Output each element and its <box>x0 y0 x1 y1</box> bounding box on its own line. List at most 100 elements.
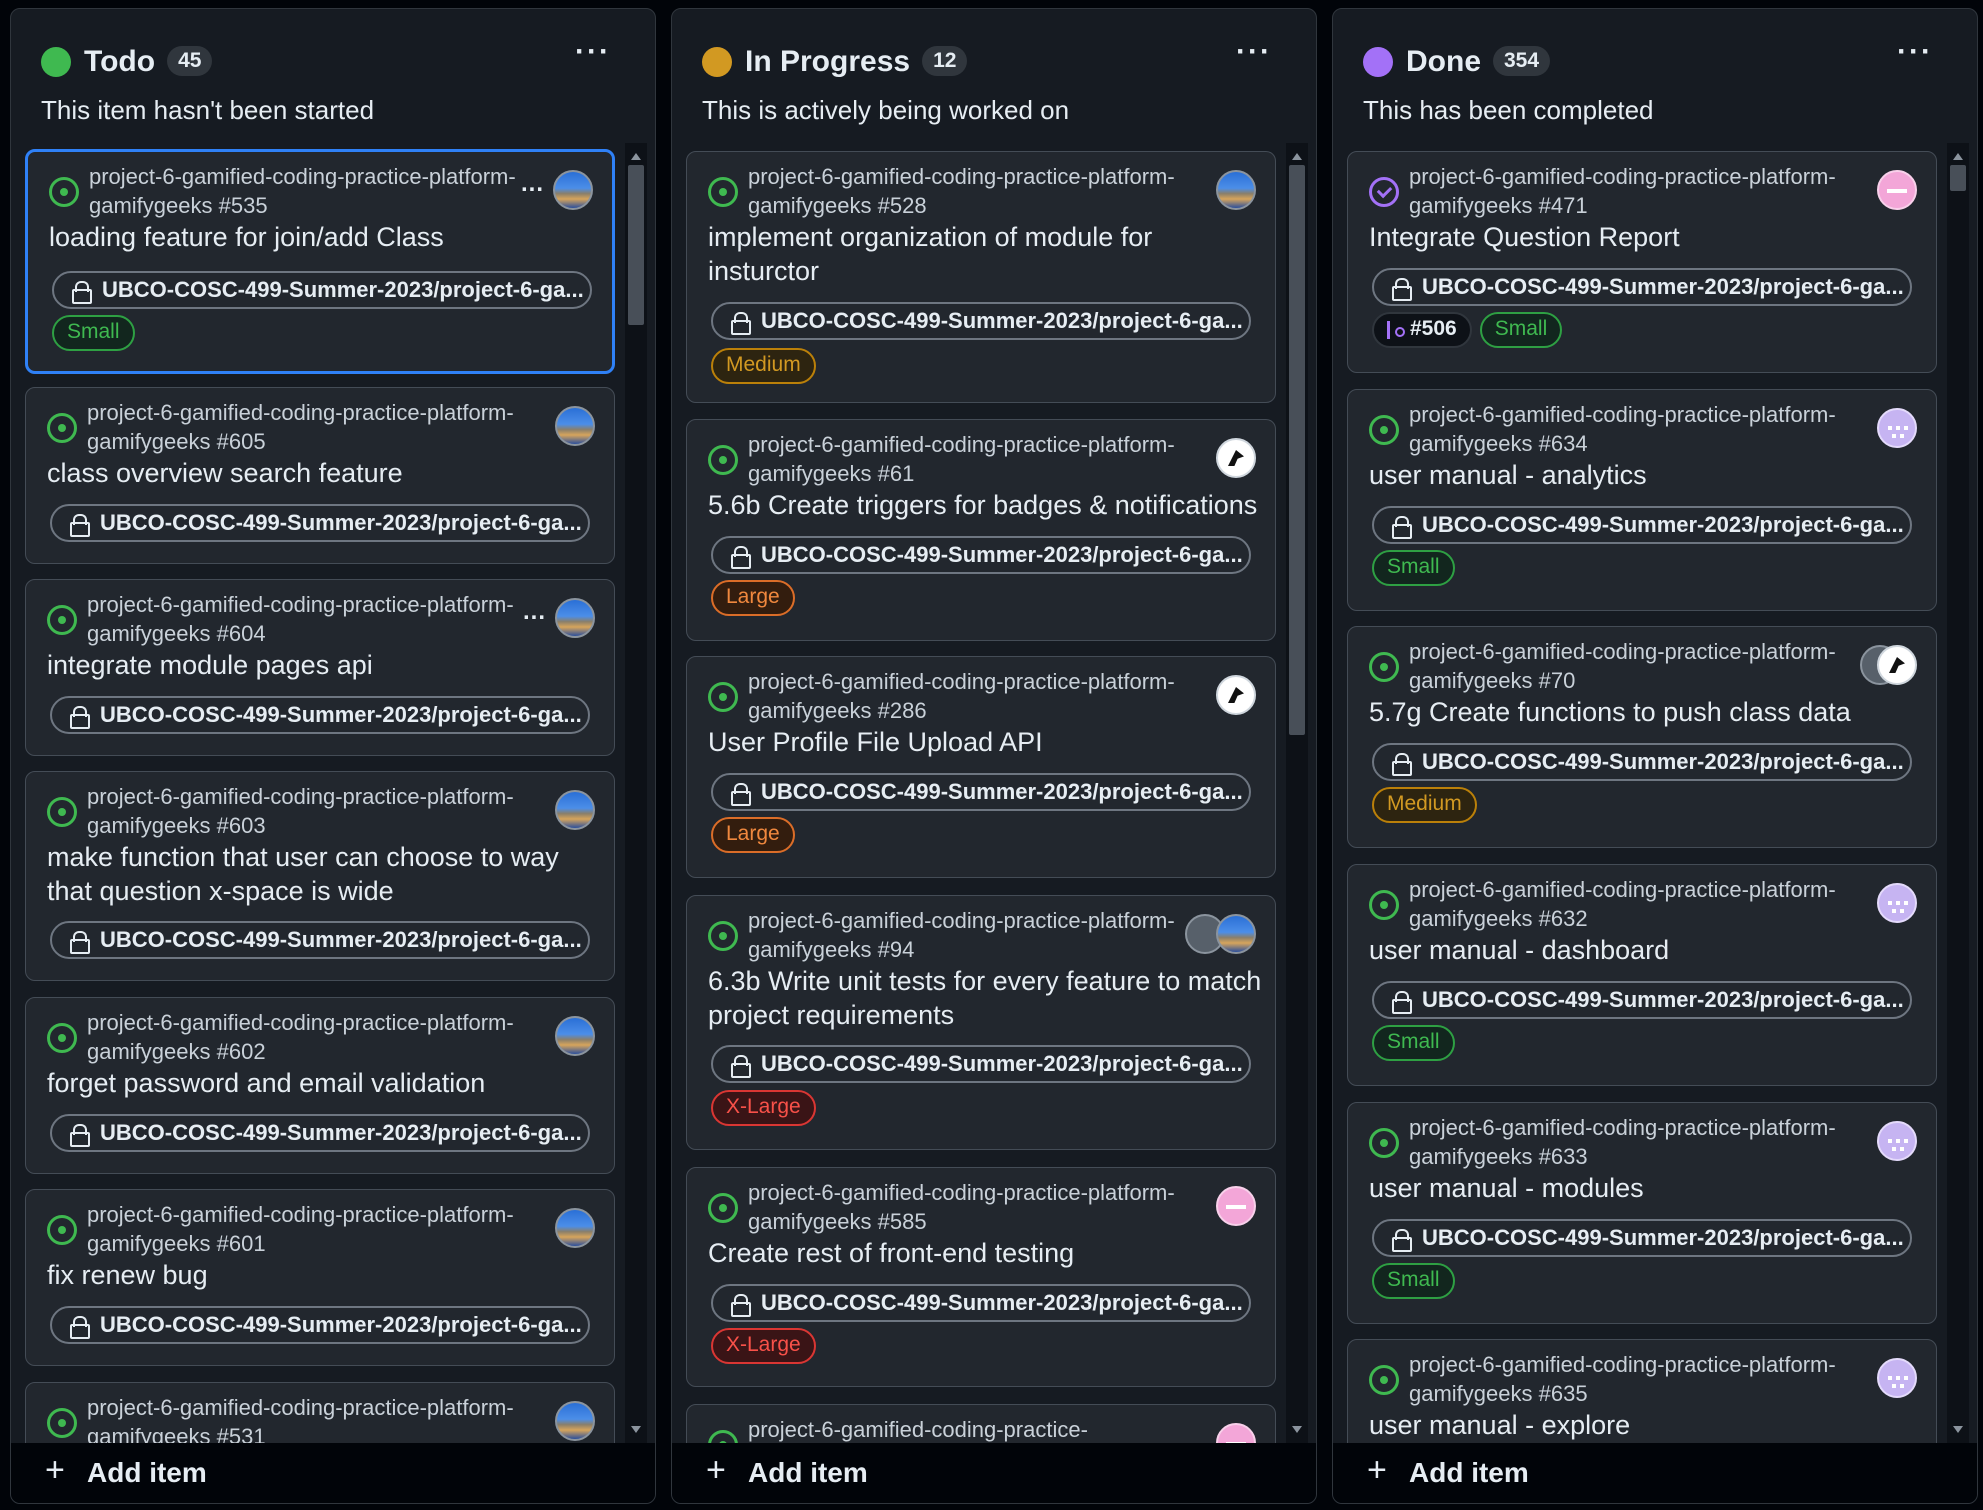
size-badge[interactable]: Small <box>52 315 135 351</box>
assignee-avatar[interactable] <box>1216 914 1256 954</box>
scroll-up-arrow-icon[interactable] <box>1953 153 1963 160</box>
repository-pill[interactable]: UBCO-COSC-499-Summer-2023/project-6-ga..… <box>50 504 590 542</box>
card[interactable]: project-6-gamified-coding-practice-platf… <box>25 1189 615 1366</box>
card[interactable]: project-6-gamified-coding-practice-platf… <box>1347 1102 1937 1324</box>
assignee-avatar[interactable] <box>1877 1358 1917 1398</box>
linked-pull-request-badge[interactable]: #506 <box>1372 312 1472 348</box>
card-title[interactable]: Create rest of front-end testing <box>708 1236 1268 1270</box>
add-item-button[interactable]: + Add item <box>672 1443 1316 1503</box>
card[interactable]: project-6-gamified-coding-practice-platf… <box>1347 626 1937 848</box>
size-badge[interactable]: Large <box>711 817 795 853</box>
repository-pill[interactable]: UBCO-COSC-499-Summer-2023/project-6-ga..… <box>711 1284 1251 1322</box>
card[interactable]: project-6-gamified-coding-practice-platf… <box>25 579 615 756</box>
scroll-up-arrow-icon[interactable] <box>631 153 641 160</box>
card[interactable]: project-6-gamified-coding-practice-platf… <box>1347 389 1937 611</box>
card-title[interactable]: user manual - explore <box>1369 1408 1929 1442</box>
assignee-avatar[interactable] <box>1216 675 1256 715</box>
card[interactable]: project-6-gamified-coding-practice-platf… <box>686 419 1276 641</box>
card-title[interactable]: 5.6b Create triggers for badges & notifi… <box>708 488 1268 522</box>
card-title[interactable]: class overview search feature <box>47 456 607 490</box>
repository-pill[interactable]: UBCO-COSC-499-Summer-2023/project-6-ga..… <box>1372 981 1912 1019</box>
repository-pill[interactable]: UBCO-COSC-499-Summer-2023/project-6-ga..… <box>1372 1219 1912 1257</box>
repository-pill[interactable]: UBCO-COSC-499-Summer-2023/project-6-ga..… <box>50 696 590 734</box>
card[interactable]: project-6-gamified-coding-practice-platf… <box>25 771 615 981</box>
card[interactable]: project-6-gamified-coding-practice- <box>686 1404 1276 1444</box>
assignee-avatar[interactable] <box>1877 170 1917 210</box>
size-badge[interactable]: X-Large <box>711 1328 816 1364</box>
size-badge[interactable]: Large <box>711 580 795 616</box>
add-item-button[interactable]: + Add item <box>11 1443 655 1503</box>
assignee-avatar[interactable] <box>1216 1423 1256 1444</box>
card-title[interactable]: 6.3b Write unit tests for every feature … <box>708 964 1268 1032</box>
column-menu-button[interactable]: ··· <box>1897 37 1933 67</box>
card-title[interactable]: integrate module pages api <box>47 648 607 682</box>
card-title[interactable]: user manual - analytics <box>1369 458 1929 492</box>
card-title[interactable]: loading feature for join/add Class <box>49 220 609 254</box>
column-menu-button[interactable]: ··· <box>575 37 611 67</box>
scroll-down-arrow-icon[interactable] <box>1292 1426 1302 1433</box>
card[interactable]: project-6-gamified-coding-practice-platf… <box>686 895 1276 1150</box>
repository-pill[interactable]: UBCO-COSC-499-Summer-2023/project-6-ga..… <box>52 271 592 309</box>
scrollbar[interactable] <box>1947 143 1969 1443</box>
assignee-avatar[interactable] <box>555 1208 595 1248</box>
card[interactable]: project-6-gamified-coding-practice-platf… <box>25 387 615 564</box>
card[interactable]: project-6-gamified-coding-practice-platf… <box>25 1382 615 1444</box>
card[interactable]: project-6-gamified-coding-practice-platf… <box>686 656 1276 878</box>
repository-pill[interactable]: UBCO-COSC-499-Summer-2023/project-6-ga..… <box>1372 268 1912 306</box>
size-badge[interactable]: X-Large <box>711 1090 816 1126</box>
repository-pill[interactable]: UBCO-COSC-499-Summer-2023/project-6-ga..… <box>50 921 590 959</box>
repository-pill[interactable]: UBCO-COSC-499-Summer-2023/project-6-ga..… <box>711 302 1251 340</box>
repository-pill[interactable]: UBCO-COSC-499-Summer-2023/project-6-ga..… <box>1372 743 1912 781</box>
size-badge[interactable]: Medium <box>711 348 816 384</box>
repository-pill[interactable]: UBCO-COSC-499-Summer-2023/project-6-ga..… <box>711 536 1251 574</box>
card[interactable]: project-6-gamified-coding-practice-platf… <box>686 151 1276 403</box>
assignee-avatar[interactable] <box>555 1016 595 1056</box>
card[interactable]: project-6-gamified-coding-practice-platf… <box>1347 864 1937 1086</box>
assignee-avatar[interactable] <box>1877 645 1917 685</box>
card[interactable]: project-6-gamified-coding-practice-platf… <box>25 997 615 1174</box>
repository-pill[interactable]: UBCO-COSC-499-Summer-2023/project-6-ga..… <box>1372 506 1912 544</box>
size-badge[interactable]: Small <box>1372 1025 1455 1061</box>
size-badge[interactable]: Small <box>1372 550 1455 586</box>
assignee-avatar[interactable] <box>1877 883 1917 923</box>
scroll-down-arrow-icon[interactable] <box>1953 1426 1963 1433</box>
size-badge[interactable]: Small <box>1372 1263 1455 1299</box>
card-menu-button[interactable]: ... <box>521 170 544 198</box>
assignee-avatar[interactable] <box>555 790 595 830</box>
card-title[interactable]: 5.7g Create functions to push class data <box>1369 695 1929 729</box>
card-title[interactable]: user manual - dashboard <box>1369 933 1929 967</box>
add-item-button[interactable]: + Add item <box>1333 1443 1977 1503</box>
scrollbar-thumb[interactable] <box>1289 165 1305 735</box>
assignee-avatar[interactable] <box>1216 1186 1256 1226</box>
card-title[interactable]: forget password and email validation <box>47 1066 607 1100</box>
assignee-avatar[interactable] <box>555 406 595 446</box>
assignee-avatar[interactable] <box>1216 438 1256 478</box>
card[interactable]: project-6-gamified-coding-practice-platf… <box>1347 1339 1937 1444</box>
assignee-avatar[interactable] <box>1877 408 1917 448</box>
card-title[interactable]: User Profile File Upload API <box>708 725 1268 759</box>
card-title[interactable]: Integrate Question Report <box>1369 220 1929 254</box>
card[interactable]: project-6-gamified-coding-practice-platf… <box>686 1167 1276 1387</box>
repository-pill[interactable]: UBCO-COSC-499-Summer-2023/project-6-ga..… <box>50 1114 590 1152</box>
assignee-avatar[interactable] <box>1877 1121 1917 1161</box>
card-title[interactable]: fix renew bug <box>47 1258 607 1292</box>
repository-pill[interactable]: UBCO-COSC-499-Summer-2023/project-6-ga..… <box>50 1306 590 1344</box>
assignee-avatar[interactable] <box>1216 170 1256 210</box>
scrollbar[interactable] <box>625 143 647 1443</box>
scroll-up-arrow-icon[interactable] <box>1292 153 1302 160</box>
repository-pill[interactable]: UBCO-COSC-499-Summer-2023/project-6-ga..… <box>711 1045 1251 1083</box>
card-title[interactable]: user manual - modules <box>1369 1171 1929 1205</box>
size-badge[interactable]: Small <box>1479 312 1563 348</box>
scrollbar-thumb[interactable] <box>1950 165 1966 191</box>
scroll-down-arrow-icon[interactable] <box>631 1426 641 1433</box>
column-menu-button[interactable]: ··· <box>1236 37 1272 67</box>
card[interactable]: project-6-gamified-coding-practice-platf… <box>25 149 615 374</box>
card-title[interactable]: make function that user can choose to wa… <box>47 840 607 908</box>
size-badge[interactable]: Medium <box>1372 787 1477 823</box>
assignee-avatar[interactable] <box>555 598 595 638</box>
card[interactable]: project-6-gamified-coding-practice-platf… <box>1347 151 1937 373</box>
repository-pill[interactable]: UBCO-COSC-499-Summer-2023/project-6-ga..… <box>711 773 1251 811</box>
scrollbar-thumb[interactable] <box>628 165 644 325</box>
card-title[interactable]: implement organization of module for ins… <box>708 220 1268 288</box>
scrollbar[interactable] <box>1286 143 1308 1443</box>
